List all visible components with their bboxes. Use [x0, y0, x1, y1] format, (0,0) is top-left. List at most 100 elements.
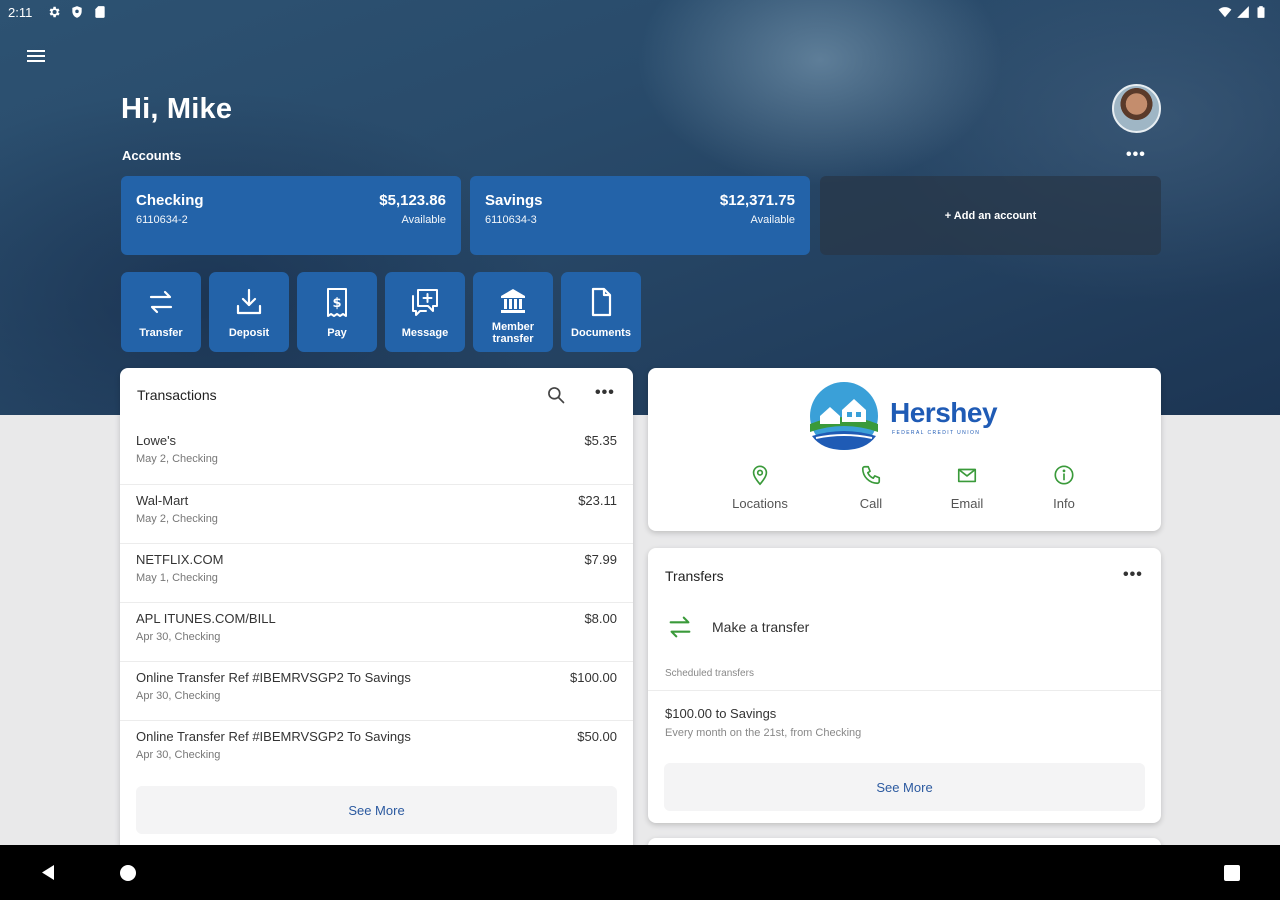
- transfer-icon: [149, 290, 173, 314]
- credit-union-card: Hershey FEDERAL CREDIT UNION Locations C…: [648, 368, 1161, 531]
- info-label: Info: [1053, 496, 1075, 511]
- transaction-amount: $50.00: [577, 729, 617, 744]
- scheduled-transfer-item[interactable]: $100.00 to Savings Every month on the 21…: [665, 706, 1145, 746]
- search-icon[interactable]: [546, 385, 566, 405]
- pay-button[interactable]: $ Pay: [297, 272, 377, 352]
- transaction-name: Lowe's: [136, 433, 177, 448]
- signal-icon: [1237, 6, 1249, 18]
- credit-union-logo: Hershey FEDERAL CREDIT UNION: [806, 380, 1008, 452]
- transaction-detail: Apr 30, Checking: [136, 749, 221, 761]
- greeting-title: Hi, Mike: [121, 93, 233, 125]
- account-name: Savings: [485, 192, 543, 209]
- transaction-detail: Apr 30, Checking: [136, 631, 221, 643]
- system-nav-bar: [0, 845, 1280, 900]
- deposit-icon: [236, 288, 262, 315]
- transaction-name: Online Transfer Ref #IBEMRVSGP2 To Savin…: [136, 670, 411, 685]
- quick-action-label-line2: transfer: [492, 333, 534, 345]
- home-icon[interactable]: [120, 865, 136, 881]
- battery-icon: [1257, 6, 1265, 18]
- quick-action-label-line1: Member: [491, 321, 535, 333]
- account-card-savings[interactable]: Savings 6110634-3 $12,371.75 Available: [470, 176, 810, 255]
- document-icon: [591, 287, 612, 317]
- transaction-row[interactable]: NETFLIX.COM May 1, Checking $7.99: [120, 543, 633, 602]
- divider: [648, 690, 1161, 691]
- account-number: 6110634-2: [136, 214, 188, 226]
- accounts-section-label: Accounts: [122, 148, 182, 163]
- account-balance-label: Available: [750, 214, 795, 226]
- account-number: 6110634-3: [485, 214, 537, 226]
- add-account-button[interactable]: + Add an account: [820, 176, 1161, 255]
- quick-action-label: Documents: [571, 327, 631, 339]
- scheduled-transfers-label: Scheduled transfers: [665, 668, 754, 679]
- locations-label: Locations: [732, 496, 788, 511]
- info-button[interactable]: Info: [1019, 464, 1109, 511]
- location-pin-icon: [752, 465, 768, 486]
- account-balance-label: Available: [401, 214, 446, 226]
- transactions-more-button[interactable]: •••: [595, 384, 615, 402]
- transactions-card: Transactions Lowe's May 2, Checking $5.3…: [120, 368, 633, 858]
- transactions-title: Transactions: [137, 387, 217, 403]
- transfers-card: Transfers ••• Make a transfer Scheduled …: [648, 548, 1161, 823]
- sim-card-icon: [95, 6, 105, 18]
- member-transfer-button[interactable]: Member transfer: [473, 272, 553, 352]
- transaction-row[interactable]: Online Transfer Ref #IBEMRVSGP2 To Savin…: [120, 661, 633, 720]
- shield-icon: [72, 6, 82, 18]
- transaction-row[interactable]: Wal-Mart May 2, Checking $23.11: [120, 484, 633, 543]
- transaction-detail: May 1, Checking: [136, 572, 218, 584]
- transaction-detail: Apr 30, Checking: [136, 690, 221, 702]
- transaction-row[interactable]: APL ITUNES.COM/BILL Apr 30, Checking $8.…: [120, 602, 633, 661]
- transfers-title: Transfers: [665, 568, 724, 584]
- avatar[interactable]: [1112, 84, 1161, 133]
- phone-icon: [861, 465, 881, 485]
- deposit-button[interactable]: Deposit: [209, 272, 289, 352]
- call-button[interactable]: Call: [826, 464, 916, 511]
- message-button[interactable]: Message: [385, 272, 465, 352]
- recents-icon[interactable]: [1224, 865, 1240, 881]
- accounts-more-button[interactable]: •••: [1126, 146, 1146, 164]
- transfers-more-button[interactable]: •••: [1123, 566, 1143, 584]
- transfer-icon: [669, 616, 691, 638]
- menu-icon[interactable]: [26, 47, 48, 67]
- transactions-see-more-button[interactable]: See More: [136, 786, 617, 834]
- pay-icon: $: [327, 288, 347, 317]
- make-transfer-label: Make a transfer: [712, 619, 810, 635]
- transaction-name: NETFLIX.COM: [136, 552, 224, 567]
- account-name: Checking: [136, 192, 204, 209]
- email-icon: [957, 468, 977, 483]
- credit-union-logo-mark: [810, 382, 878, 450]
- transaction-row[interactable]: Online Transfer Ref #IBEMRVSGP2 To Savin…: [120, 720, 633, 779]
- email-button[interactable]: Email: [922, 464, 1012, 511]
- back-icon[interactable]: [40, 864, 56, 881]
- quick-action-label: Member transfer: [473, 321, 553, 345]
- documents-button[interactable]: Documents: [561, 272, 641, 352]
- transaction-detail: May 2, Checking: [136, 453, 218, 465]
- status-bar: 2:11: [0, 0, 1280, 26]
- transaction-amount: $5.35: [584, 433, 617, 448]
- settings-icon: [49, 6, 60, 18]
- transfers-see-more-button[interactable]: See More: [664, 763, 1145, 811]
- message-icon: [412, 289, 438, 316]
- locations-button[interactable]: Locations: [715, 464, 805, 511]
- transaction-name: Wal-Mart: [136, 493, 189, 508]
- svg-text:$: $: [332, 296, 341, 311]
- account-card-checking[interactable]: Checking 6110634-2 $5,123.86 Available: [121, 176, 461, 255]
- credit-union-subtitle: FEDERAL CREDIT UNION: [892, 430, 981, 436]
- scheduled-transfer-subtitle: Every month on the 21st, from Checking: [665, 727, 862, 739]
- quick-action-label: Pay: [327, 327, 347, 339]
- transaction-amount: $100.00: [570, 670, 617, 685]
- transaction-detail: May 2, Checking: [136, 513, 218, 525]
- quick-action-label: Deposit: [228, 327, 270, 339]
- account-balance: $5,123.86: [379, 192, 446, 209]
- info-icon: [1054, 465, 1074, 485]
- transfer-button[interactable]: Transfer: [121, 272, 201, 352]
- call-label: Call: [859, 496, 883, 511]
- wifi-icon: [1218, 7, 1232, 18]
- transaction-amount: $8.00: [584, 611, 617, 626]
- quick-action-label: Message: [401, 327, 449, 339]
- transaction-row[interactable]: Lowe's May 2, Checking $5.35: [120, 425, 633, 484]
- transaction-name: APL ITUNES.COM/BILL: [136, 611, 276, 626]
- make-transfer-button[interactable]: Make a transfer: [665, 610, 965, 644]
- transaction-amount: $23.11: [578, 493, 617, 508]
- quick-action-label: Transfer: [139, 327, 183, 339]
- transaction-name: Online Transfer Ref #IBEMRVSGP2 To Savin…: [136, 729, 411, 744]
